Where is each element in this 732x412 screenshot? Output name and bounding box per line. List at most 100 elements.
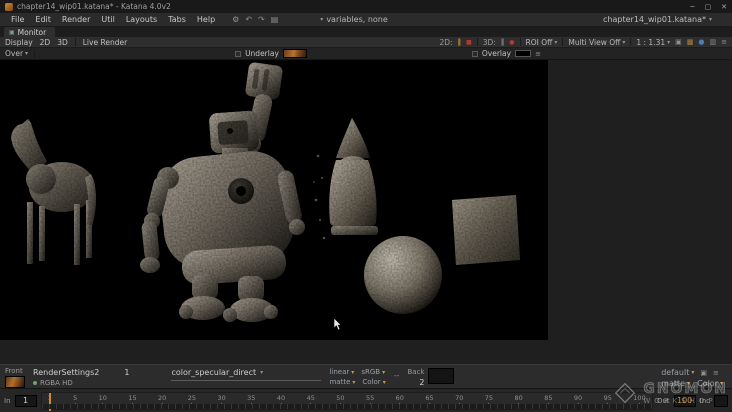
katana-app-icon — [5, 2, 13, 11]
channel-dropdown[interactable]: Color ▾ — [362, 378, 385, 386]
robot-model — [140, 62, 305, 322]
front-buffer-group: Front — [5, 367, 25, 388]
color-swatch-icon[interactable]: ▩ — [687, 38, 694, 46]
display-menu-button[interactable]: Display — [5, 38, 33, 47]
underlay-checkbox[interactable] — [235, 50, 242, 57]
comp-mode-dropdown[interactable]: Over ▾ — [5, 49, 28, 58]
underlay-thumbnail[interactable] — [282, 49, 307, 58]
menu-icon[interactable]: ≡ — [713, 369, 719, 377]
back-channel-dropdown[interactable]: Color ▾ — [697, 379, 723, 388]
chevron-down-icon: ▾ — [25, 50, 29, 57]
chevron-down-icon: ▾ — [691, 369, 695, 376]
back-name-dropdown[interactable]: default ▾ — [661, 368, 694, 377]
aov-group: color_specular_direct ▾ — [171, 367, 322, 381]
view-transform-group: linear ▾ sRGB ▾ matte ▾ Color ▾ — [329, 367, 385, 386]
chevron-down-icon: ▾ — [687, 380, 691, 387]
overlay-checkbox[interactable] — [471, 50, 478, 57]
minimize-button[interactable]: ─ — [690, 3, 694, 11]
underlay-label: Underlay — [245, 49, 279, 58]
out-frame-field[interactable]: 100 — [673, 394, 696, 407]
separator — [519, 38, 521, 46]
cube-model — [452, 195, 520, 265]
lock-icon[interactable]: ▣ — [700, 369, 707, 377]
gear-icon[interactable]: ⚙ — [232, 15, 239, 24]
scenegraph-icon[interactable]: ▤ — [271, 15, 279, 24]
aspect-ratio-label: 1 : 1.31 — [636, 37, 666, 47]
buffer-separator: -- — [393, 371, 400, 380]
menu-icon[interactable]: ≡ — [721, 38, 727, 46]
pixel-probe-icon[interactable]: ● — [698, 38, 704, 46]
sphere-model — [364, 236, 442, 314]
menu-item[interactable]: File — [6, 15, 29, 24]
colorspace-dropdown[interactable]: linear ▾ — [329, 368, 354, 376]
menu-item[interactable]: Render — [57, 15, 95, 24]
mode-3d-button[interactable]: 3D — [57, 38, 68, 47]
menu-item[interactable]: Tabs — [163, 15, 191, 24]
menu-item[interactable]: Util — [96, 15, 119, 24]
titlebar: chapter14_wip01.katana* - Katana 4.0v2 ─… — [0, 0, 732, 13]
in-label: In — [4, 396, 11, 405]
chevron-down-icon: ▾ — [382, 368, 386, 376]
tab-monitor[interactable]: ▣ Monitor — [4, 27, 56, 37]
buffer-bar: Front RenderSettings2 1 RGBA HD color_sp… — [0, 364, 732, 388]
menu-icon[interactable]: ≡ — [535, 50, 541, 58]
horse-model — [11, 119, 97, 265]
pause-2d-icon[interactable]: ‖ — [458, 38, 462, 46]
chevron-down-icon: ▾ — [351, 368, 355, 376]
variables-dropdown[interactable]: ▾ variables, none — [320, 15, 388, 24]
close-button[interactable]: ✕ — [721, 3, 727, 11]
undo-icon[interactable]: ↶ — [245, 15, 252, 24]
back-buffer-thumbnail[interactable] — [428, 368, 455, 384]
chevron-down-icon: ▾ — [260, 369, 264, 376]
matte-label: matte — [329, 378, 351, 386]
timeline-ruler[interactable]: 1510152025303540455055606570758085909510… — [40, 391, 653, 411]
divider — [171, 380, 322, 381]
roi-dropdown[interactable]: ROI Off ▾ — [526, 38, 558, 47]
overlay-color-swatch[interactable] — [515, 50, 532, 57]
back-buffer-frame: 2 — [419, 378, 425, 387]
back-matte-label: matte — [661, 379, 686, 388]
stop-3d-icon[interactable]: ● — [509, 39, 514, 46]
back-matte-dropdown[interactable]: matte ▾ — [661, 379, 690, 388]
back-name-label: default — [661, 368, 690, 377]
current-file-label[interactable]: chapter14_wip01.katana* ▾ — [603, 15, 712, 24]
pause-3d-icon[interactable]: ‖ — [501, 38, 505, 46]
separator — [74, 38, 76, 46]
monitor-panel — [0, 60, 732, 364]
snapshot-icon[interactable]: ▣ — [675, 38, 682, 46]
back-buffer-group: Back 2 — [407, 367, 455, 387]
window-controls: ─ ▢ ✕ — [690, 3, 727, 11]
render-viewport[interactable] — [0, 60, 548, 340]
palette-icon[interactable]: ▥ — [710, 38, 717, 46]
underlay-group: Underlay — [235, 49, 307, 58]
back-transform-group: default ▾ ▣ ≡ matte ▾ Color ▾ — [661, 367, 723, 388]
channel-status-icon — [33, 381, 37, 385]
stop-2d-icon[interactable]: ■ — [466, 39, 472, 46]
display-dropdown[interactable]: sRGB ▾ — [361, 368, 385, 376]
menu-item[interactable]: Layouts — [121, 15, 162, 24]
chevron-down-icon: ▾ — [382, 378, 386, 386]
chevron-down-icon: ▾ — [622, 38, 626, 46]
out-label: Out — [656, 396, 670, 405]
front-buffer-name[interactable]: RenderSettings2 — [33, 368, 99, 377]
current-frame-field[interactable]: 1 — [14, 394, 37, 407]
inc-field[interactable] — [714, 394, 728, 407]
overlay-label: Overlay — [481, 49, 512, 58]
multi-view-label: Multi View Off — [568, 37, 621, 47]
maximize-button[interactable]: ▢ — [705, 3, 712, 11]
multi-view-dropdown[interactable]: Multi View Off ▾ — [568, 38, 625, 47]
mode-2d-button[interactable]: 2D — [40, 38, 51, 47]
chevron-down-icon: ▾ — [708, 16, 712, 23]
aspect-ratio-dropdown[interactable]: 1 : 1.31 ▾ — [636, 38, 670, 47]
chevron-down-icon: ▾ — [352, 378, 356, 386]
live-render-button[interactable]: Live Render — [83, 38, 127, 47]
menu-item[interactable]: Help — [192, 15, 220, 24]
aov-dropdown[interactable]: color_specular_direct ▾ — [171, 368, 321, 377]
menu-item[interactable]: Edit — [30, 15, 56, 24]
matte-dropdown[interactable]: matte ▾ — [329, 378, 355, 386]
redo-icon[interactable]: ↷ — [258, 15, 265, 24]
monitor-toolbar-right: 2D: ‖ ■ 3D: ‖ ● ROI Off ▾ Multi View Off… — [439, 38, 727, 47]
menubar: File Edit Render Util Layouts Tabs Help ⚙ ↶ ↷ … — [0, 13, 732, 27]
tab-label: Monitor — [17, 27, 47, 37]
front-buffer-thumbnail[interactable] — [5, 376, 25, 388]
